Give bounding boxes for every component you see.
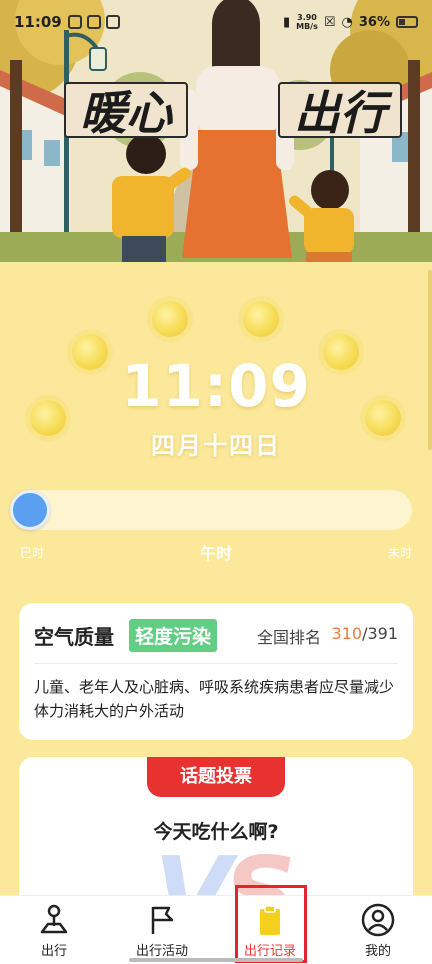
banner-title-right: 出行 [278, 82, 402, 140]
air-quality-title: 空气质量 [34, 625, 114, 649]
nav-label: 出行记录 [243, 944, 296, 959]
bottom-navigation: 出行 出行活动 出行记录 我的 [0, 895, 432, 964]
banner-illustration: 11:09 ▮ 3.90 MB/s ☒ ◔ 36% 暖心 出行 [0, 0, 432, 262]
battery-icon [396, 16, 418, 28]
status-bar: 11:09 ▮ 3.90 MB/s ☒ ◔ 36% [0, 0, 432, 44]
clock-time: 11:09 [121, 352, 311, 420]
time-slider-thumb[interactable] [10, 490, 50, 530]
topic-vote-tab: 话题投票 [147, 757, 285, 797]
notification-baidu-icon [86, 15, 101, 29]
nav-label: 出行活动 [135, 944, 188, 959]
sun-decoration [243, 301, 279, 337]
vibrate-icon: ▮ [282, 14, 291, 30]
flag-icon [151, 906, 174, 934]
time-slider-track[interactable] [10, 490, 412, 530]
nav-item-travel[interactable]: 出行 [0, 896, 108, 964]
air-quality-advice: 儿童、老年人及心脏病、呼吸系统疾病患者应尽量减少体力消耗大的户外活动 [34, 678, 395, 720]
network-speed-value: 3.90 [297, 13, 317, 22]
rank-total: 391 [367, 624, 398, 643]
nav-item-activities[interactable]: 出行活动 [108, 896, 216, 964]
map-pin-icon [40, 904, 68, 934]
user-icon [361, 903, 395, 937]
network-speed: 3.90 MB/s [296, 13, 318, 31]
wifi-icon: ◔ [341, 14, 353, 30]
nav-item-records[interactable]: 出行记录 [216, 896, 324, 964]
sim-off-icon: ☒ [323, 14, 336, 30]
vote-question: 今天吃什么啊? [153, 821, 279, 843]
sun-decoration [152, 301, 188, 337]
home-indicator[interactable] [129, 958, 303, 962]
nav-label: 出行 [40, 944, 67, 959]
nav-item-me[interactable]: 我的 [324, 896, 432, 964]
nav-label: 我的 [364, 944, 391, 959]
clipboard-icon [260, 905, 280, 935]
rank-current: 310 [331, 624, 363, 643]
network-speed-unit: MB/s [296, 22, 318, 31]
clock-date: 四月十四日 [151, 432, 281, 460]
time-slider-current-label: 午时 [199, 544, 232, 563]
national-rank-value: 310/391 [332, 624, 398, 643]
notification-app-icon [67, 15, 82, 29]
air-quality-card[interactable]: 空气质量 轻度污染 全国排名 310/391 儿童、老年人及心脏病、呼吸系统疾病… [19, 603, 413, 740]
divider [34, 663, 398, 664]
notification-mail-icon [105, 15, 120, 29]
air-quality-level-badge: 轻度污染 [129, 619, 218, 652]
time-slider-end-label: 未时 [387, 546, 412, 560]
national-rank-label: 全国排名 [257, 628, 322, 647]
topic-vote-card[interactable]: 话题投票 V S 今天吃什么啊? [19, 757, 413, 907]
status-time: 11:09 [14, 13, 62, 31]
notification-icons [67, 15, 120, 29]
status-right: ▮ 3.90 MB/s ☒ ◔ 36% [283, 13, 418, 31]
banner-title-left: 暖心 [64, 82, 188, 140]
battery-percent: 36% [358, 14, 390, 30]
